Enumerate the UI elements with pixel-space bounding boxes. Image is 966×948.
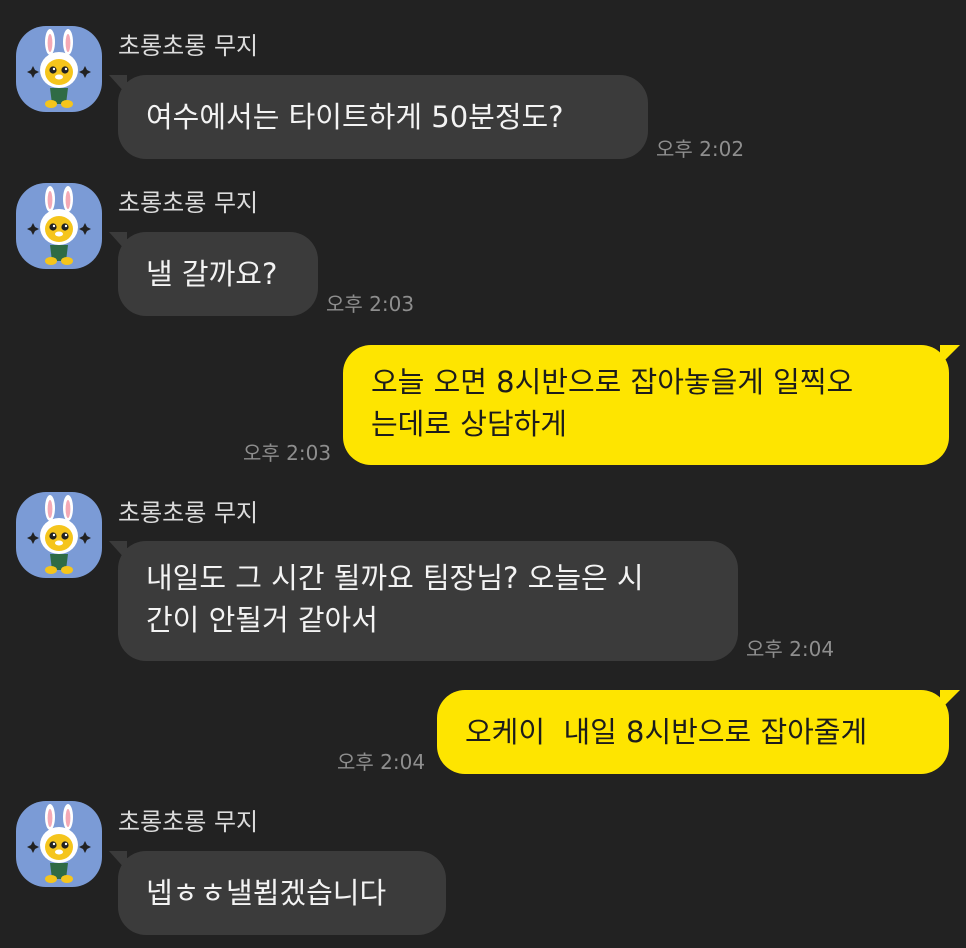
sender-name: 초롱초롱 무지 [118, 499, 259, 527]
muzi-bunny-avatar-icon [27, 29, 91, 108]
message-bubble[interactable]: 오케이 내일 8시반으로 잡아줄게 [437, 690, 960, 774]
message-bubble[interactable]: 넵ㅎㅎ낼뵙겠습니다 [109, 851, 446, 935]
avatar[interactable] [16, 26, 102, 112]
message-bubble[interactable]: 낼 갈까요? [109, 232, 318, 316]
message-text-line: 오늘 오면 8시반으로 잡아놓을게 일찍오 [371, 365, 854, 399]
message-text: 넵ㅎㅎ낼뵙겠습니다 [146, 876, 387, 910]
message-bubble[interactable]: 내일도 그 시간 될까요 팀장님? 오늘은 시 간이 안될거 같아서 [109, 541, 738, 661]
message-time: 오후 2:02 [656, 137, 745, 161]
muzi-bunny-avatar-icon [27, 495, 91, 574]
message-bubble[interactable]: 오늘 오면 8시반으로 잡아놓을게 일찍오 는데로 상담하게 [343, 345, 960, 465]
avatar[interactable] [16, 801, 102, 887]
message-text-line: 내일도 그 시간 될까요 팀장님? 오늘은 시 [146, 561, 644, 595]
muzi-bunny-avatar-icon [27, 186, 91, 265]
message-bubble[interactable]: 여수에서는 타이트하게 50분정도? [109, 75, 648, 159]
message-text-line: 는데로 상담하게 [371, 407, 567, 441]
message-text: 낼 갈까요? [146, 257, 278, 291]
avatar[interactable] [16, 183, 102, 269]
message-time: 오후 2:03 [243, 441, 332, 465]
sender-name: 초롱초롱 무지 [118, 32, 259, 60]
sender-name: 초롱초롱 무지 [118, 808, 259, 836]
message-text-line: 간이 안될거 같아서 [146, 603, 378, 637]
message-time: 오후 2:04 [337, 750, 426, 774]
message-text: 여수에서는 타이트하게 50분정도? [146, 100, 564, 134]
message-time: 오후 2:03 [326, 292, 415, 316]
muzi-bunny-avatar-icon [27, 804, 91, 883]
message-text: 오케이 내일 8시반으로 잡아줄게 [465, 715, 868, 749]
message-time: 오후 2:04 [746, 637, 835, 661]
avatar[interactable] [16, 492, 102, 578]
sender-name: 초롱초롱 무지 [118, 189, 259, 217]
